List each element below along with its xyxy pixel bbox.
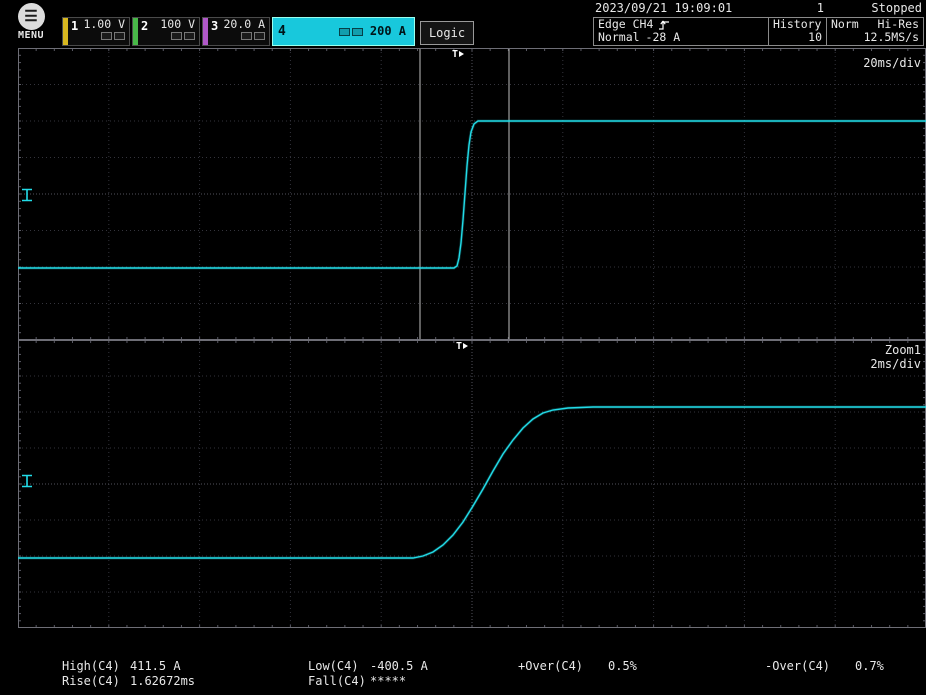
channel-3-button[interactable]: 3 20.0 A — [202, 17, 270, 46]
trigger-position-marker[interactable]: T — [452, 49, 464, 60]
channel-1-button[interactable]: 1 1.00 V — [62, 17, 130, 46]
channel-scale-value: 100 V — [160, 18, 195, 31]
channel-body: 1.00 V — [79, 18, 129, 45]
measurement-value: -400.5 A — [370, 659, 428, 673]
measurement-value: 0.5% — [608, 659, 637, 673]
measurement-item: High(C4)411.5 A — [62, 659, 195, 674]
coupling-badge-icon — [101, 32, 112, 40]
trigger-sweep: Normal — [598, 31, 640, 44]
measurement-column: Low(C4)-400.5 AFall(C4)***** — [308, 659, 428, 689]
main-waveform-area: T 20ms/div — [0, 48, 926, 340]
sample-rate: 12.5MS/s — [831, 31, 919, 44]
channel-scale-value: 20.0 A — [223, 18, 265, 31]
trigger-info[interactable]: Edge CH4 Normal -28 A — [594, 18, 769, 45]
zoom-timebase-label: 2ms/div — [870, 357, 921, 371]
channel-coupling-icons — [101, 32, 125, 40]
impedance-badge-icon — [114, 32, 125, 40]
coupling-badge-icon — [339, 28, 350, 36]
menu-button[interactable]: ☰ MENU — [8, 3, 54, 41]
zoom-waveform-plot — [18, 340, 926, 628]
channel-body: 20.0 A — [219, 18, 269, 45]
channel-coupling-icons — [171, 32, 195, 40]
history-value: 10 — [773, 31, 822, 44]
rising-edge-icon — [658, 19, 670, 31]
channel-number: 2 — [138, 18, 149, 45]
oscilloscope-screen: ☰ MENU 11.00 V2100 V320.0 A4200 A Logic … — [0, 0, 926, 695]
channel-number: 3 — [208, 18, 219, 45]
coupling-badge-icon — [241, 32, 252, 40]
channel-coupling-icons — [339, 28, 363, 36]
main-timebase-label: 20ms/div — [863, 56, 921, 70]
measurement-value: 411.5 A — [130, 659, 181, 673]
acquisition-count: 1 — [817, 1, 824, 15]
datetime: 2023/09/21 19:09:01 — [595, 1, 732, 15]
zoom-labels: Zoom1 2ms/div — [870, 343, 921, 371]
logic-button[interactable]: Logic — [420, 21, 474, 45]
status-row-1: 2023/09/21 19:09:01 1 Stopped — [593, 1, 924, 16]
measurement-value: ***** — [370, 674, 406, 688]
measurement-label: -Over(C4) — [765, 659, 855, 674]
acquisition-info[interactable]: Norm Hi-Res 12.5MS/s — [827, 18, 923, 45]
measurement-item: -Over(C4)0.7% — [765, 659, 884, 674]
measurement-label: +Over(C4) — [518, 659, 608, 674]
channel-number: 4 — [273, 24, 291, 39]
channel-scale-value: 200 A — [370, 25, 406, 38]
measurement-item: Fall(C4)***** — [308, 674, 428, 689]
channel-2-button[interactable]: 2 100 V — [132, 17, 200, 46]
measurement-column: -Over(C4)0.7% — [765, 659, 884, 674]
channel-body: 100 V — [149, 18, 199, 45]
measurement-item: +Over(C4)0.5% — [518, 659, 637, 674]
zoom-waveform-area: T Zoom1 2ms/div — [0, 340, 926, 628]
impedance-badge-icon — [352, 28, 363, 36]
trigger-level: -28 A — [646, 31, 681, 44]
measurement-label: High(C4) — [62, 659, 130, 674]
status-row-2: Edge CH4 Normal -28 A History 10 — [593, 17, 924, 46]
zoom-trigger-position-marker[interactable]: T — [456, 341, 468, 352]
top-bar: ☰ MENU 11.00 V2100 V320.0 A4200 A Logic … — [0, 0, 926, 48]
status-area: 2023/09/21 19:09:01 1 Stopped Edge CH4 N… — [593, 1, 924, 46]
channel-group: 1 1.00 V 2 100 V 3 20.0 A 4 200 A — [62, 17, 415, 46]
impedance-badge-icon — [184, 32, 195, 40]
measurement-item: Rise(C4)1.62672ms — [62, 674, 195, 689]
measurement-bar: High(C4)411.5 ARise(C4)1.62672msLow(C4)-… — [0, 628, 926, 695]
history-info[interactable]: History 10 — [769, 18, 827, 45]
measurement-label: Rise(C4) — [62, 674, 130, 689]
coupling-badge-icon — [171, 32, 182, 40]
measurement-value: 1.62672ms — [130, 674, 195, 688]
menu-label: MENU — [8, 30, 54, 41]
measurement-label: Fall(C4) — [308, 674, 370, 689]
measurement-label: Low(C4) — [308, 659, 370, 674]
menu-icon: ☰ — [18, 3, 45, 30]
main-waveform-plot — [18, 48, 926, 340]
measurement-item: Low(C4)-400.5 A — [308, 659, 428, 674]
channel-scale-value: 1.00 V — [83, 18, 125, 31]
channel-body: 200 A — [291, 18, 414, 45]
acquisition-mode: Norm — [831, 18, 859, 31]
impedance-badge-icon — [254, 32, 265, 40]
channel-4-button[interactable]: 4 200 A — [272, 17, 415, 46]
zoom-title: Zoom1 — [870, 343, 921, 357]
run-state: Stopped — [871, 1, 922, 15]
measurement-column: +Over(C4)0.5% — [518, 659, 637, 674]
measurement-value: 0.7% — [855, 659, 884, 673]
channel-number: 1 — [68, 18, 79, 45]
channel-coupling-icons — [241, 32, 265, 40]
measurement-column: High(C4)411.5 ARise(C4)1.62672ms — [62, 659, 195, 689]
